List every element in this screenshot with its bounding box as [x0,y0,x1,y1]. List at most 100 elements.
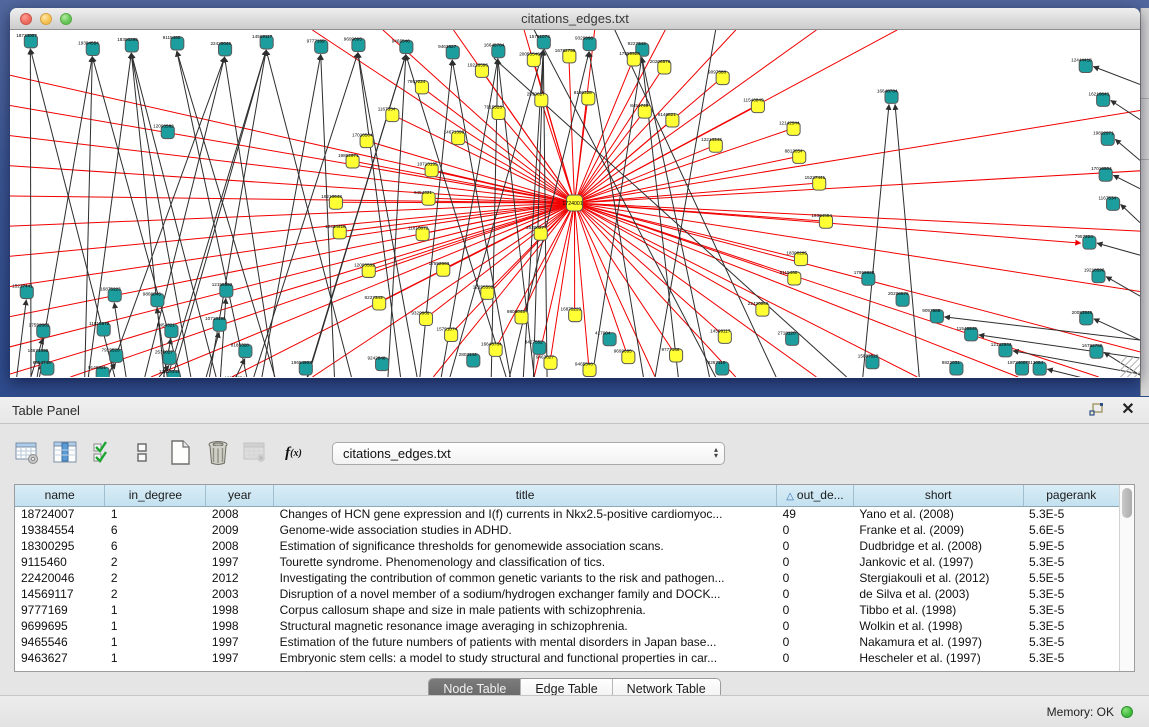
zoom-button[interactable] [60,13,72,25]
window-titlebar[interactable]: citations_edges.txt [10,8,1140,30]
table-cell: 0 [777,522,854,538]
resize-grip[interactable] [1120,357,1140,377]
graph-node-label: 9242848 [367,356,385,361]
delete-column-icon[interactable] [204,440,231,466]
table-cell: Franke et al. (2009) [853,522,1023,538]
graph-node-label: 8267110 [708,360,726,365]
table-cell: 9699695 [15,618,105,634]
table-cell: Stergiakouli et al. (2012) [853,570,1023,586]
graph-node-label: 22420046 [210,41,231,46]
graph-node-label: 9115460 [780,270,798,275]
table-cell: 0 [777,634,854,650]
table-row[interactable]: 1872400712008Changes of HCN gene express… [15,506,1119,522]
table-cell: Dudbridge et al. (2008) [853,538,1023,554]
graph-node-label: 2718120 [778,330,796,335]
graph-node-label: 9806045 [143,292,161,297]
graph-node-label: 20053546 [519,52,540,57]
graph-node-label: 14671398 [28,348,49,353]
table-cell: 9777169 [15,602,105,618]
column-header-title[interactable]: title [274,485,777,506]
graph-node-label: 2530027 [155,349,173,354]
graph-node-label: 19892971 [1093,130,1114,135]
graph-node-label: 16782759 [555,48,576,53]
graph-node-label: 17959928 [619,51,640,56]
table-cell: 1997 [206,634,274,650]
table-row[interactable]: 1938455462009Genome-wide association stu… [15,522,1119,538]
table-row[interactable]: 911546021997Tourette syndrome. Phenomeno… [15,554,1119,570]
table-row[interactable]: 2242004622012Investigating the contribut… [15,570,1119,586]
table-cell: 0 [777,618,854,634]
graph-node-label: 12142944 [991,342,1012,347]
table-cell: 5.3E-5 [1023,618,1119,634]
column-header-short[interactable]: short [853,485,1023,506]
table-row[interactable]: 1830029562008Estimation of significance … [15,538,1119,554]
table-row[interactable]: 1456911722003Disruption of a novel membe… [15,586,1119,602]
graph-node-label: 9454321 [414,190,432,195]
graph-node-label: 16210643 [321,194,342,199]
table-cell: Wolkin et al. (1998) [853,618,1023,634]
graph-node-label: 10713195 [205,316,226,321]
table-cell: 2003 [206,586,274,602]
table-row[interactable]: 946362711997Embryonic stem cells: a mode… [15,650,1119,666]
graph-node-label: 9097588 [922,308,940,313]
table-scrollbar[interactable] [1119,485,1134,671]
column-header-year[interactable]: year [206,485,274,506]
column-header-in-degree[interactable]: in_degree [105,485,206,506]
column-header-out-degree[interactable]: △out_de... [777,485,854,506]
table-selector-value: citations_edges.txt [343,446,714,461]
graph-node-label: 9465546 [575,362,593,367]
graph-node-label: 14569117 [710,328,731,333]
graph-node-label: 9329966 [575,36,593,41]
graph-node-label: 9146821 [658,112,676,117]
background-window-edge [1140,8,1149,396]
network-canvas[interactable]: 1872400719384554183002959115460224200461… [10,30,1140,377]
table-cell: 0 [777,538,854,554]
hub-node-label: 1724001 [562,201,582,207]
dropdown-stepper-icon: ▴▾ [714,447,718,459]
graph-node-label: 16782759 [1082,343,1103,348]
table-cell: 6 [105,538,206,554]
select-columns-icon[interactable] [90,440,117,466]
table-cell: Structural magnetic resonance image aver… [274,618,777,634]
column-header-pagerank[interactable]: pagerank [1023,485,1119,506]
table-cell: Nakamura et al. (1997) [853,634,1023,650]
close-panel-icon[interactable]: ✕ [1119,402,1137,418]
graph-node-label: 17016504 [352,133,373,138]
table-cell: 2012 [206,570,274,586]
delete-table-icon[interactable] [242,440,269,466]
close-button[interactable] [20,13,32,25]
function-builder-icon[interactable]: f(x) [280,440,307,466]
memory-status-indicator[interactable] [1121,706,1133,718]
table-row[interactable]: 946554611997Estimation of the future num… [15,634,1119,650]
create-column-icon[interactable] [166,440,193,466]
table-cell: 2 [105,570,206,586]
table-panel-title: Table Panel [12,403,1087,418]
network-graph[interactable]: 1872400719384554183002959115460224200461… [10,30,1140,377]
table-cell: 49 [777,506,854,522]
table-cell: 1997 [206,554,274,570]
table-options-icon[interactable] [14,440,41,466]
minimize-button[interactable] [40,13,52,25]
table-cell: 1998 [206,618,274,634]
toggle-rows-icon[interactable] [128,440,155,466]
table-panel-titlebar: Table Panel ✕ [0,397,1149,424]
table-cell: Tourette syndrome. Phenomenology and cla… [274,554,777,570]
table-cell: 5.3E-5 [1023,602,1119,618]
table-cell: 2 [105,554,206,570]
show-columns-icon[interactable] [52,440,79,466]
table-cell: 0 [777,554,854,570]
graph-node-label: 15751074 [437,326,458,331]
scrollbar-thumb[interactable] [1122,488,1132,518]
graph-node-label: 8454749 [33,360,51,365]
graph-node-label: 12155592 [473,284,494,289]
graph-node-label: 10713195 [417,162,438,167]
graph-node-label: 9115460 [163,35,181,40]
graph-node-label: 1167534 [1098,195,1116,200]
table-row[interactable]: 977716911998Corpus callosum shape and si… [15,602,1119,618]
table-cell: Jankovic et al. (1997) [853,554,1023,570]
table-selector-dropdown[interactable]: citations_edges.txt ▴▾ [332,442,725,465]
column-header-name[interactable]: name [15,485,105,506]
float-window-icon[interactable] [1087,402,1105,418]
graph-node-label: 9699695 [344,36,362,41]
table-row[interactable]: 969969511998Structural magnetic resonanc… [15,618,1119,634]
